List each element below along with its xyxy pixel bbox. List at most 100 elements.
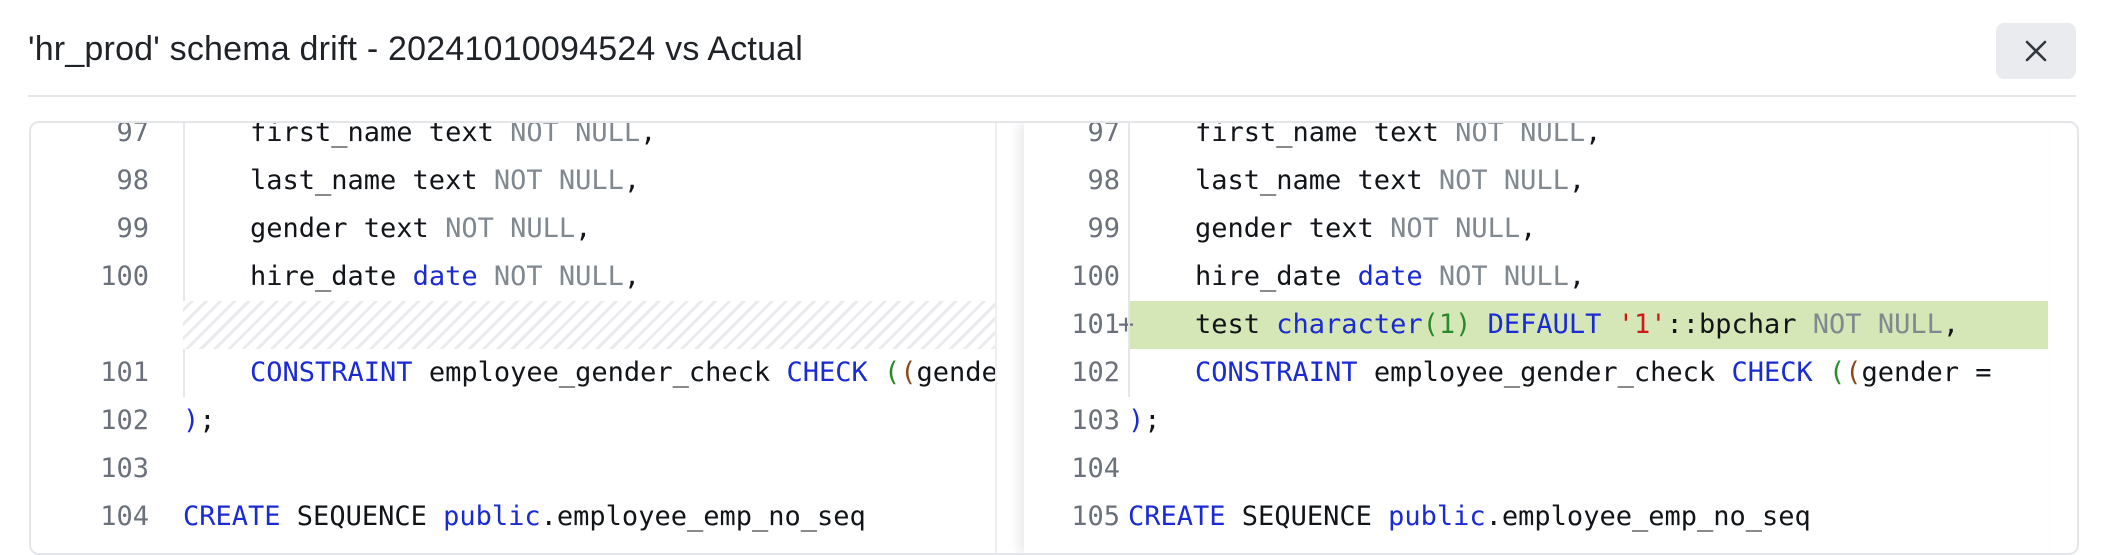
code-token: public xyxy=(443,501,541,532)
code-token: DEFAULT xyxy=(1487,309,1602,340)
code-token: .employee_emp_no_seq xyxy=(540,501,866,532)
line-number: 103 xyxy=(1071,405,1120,436)
line-number: 104 xyxy=(100,501,149,532)
line-number xyxy=(31,301,149,349)
indent-guide xyxy=(1128,157,1130,205)
diff-line: 98 last_name text NOT NULL, xyxy=(31,157,995,205)
code-line: gender text NOT NULL, xyxy=(1195,205,2048,253)
code-token: CHECK xyxy=(786,357,868,388)
code-token: gender xyxy=(916,357,997,388)
code-line: first_name text NOT NULL, xyxy=(250,123,995,157)
code-token: NOT NULL xyxy=(1812,309,1943,340)
code-line: CONSTRAINT employee_gender_check CHECK (… xyxy=(250,349,995,397)
code-line: CREATE SEQUENCE public.employee_emp_no_s… xyxy=(1128,493,2048,541)
code-token: SEQUENCE xyxy=(280,501,444,532)
code-token: , xyxy=(1568,165,1586,196)
code-line: hire_date date NOT NULL, xyxy=(1195,253,2048,301)
line-number: 99 xyxy=(116,213,149,244)
diff-line: 100 hire_date date NOT NULL, xyxy=(31,253,995,301)
indent-guide xyxy=(183,157,185,205)
code-token: ( xyxy=(1828,357,1846,388)
line-number: 97 xyxy=(1087,123,1120,148)
code-token: ( xyxy=(883,357,901,388)
schema-diff-viewer: 97 first_name text NOT NULL, 98 last_name t… xyxy=(29,121,2079,555)
code-token: date xyxy=(412,261,478,292)
code-token: test xyxy=(1195,309,1277,340)
line-number: 101 xyxy=(1071,309,1120,340)
code-token: last_name text xyxy=(1195,165,1439,196)
diff-pane-actual[interactable]: 97 first_name text NOT NULL, 98 last_name t… xyxy=(1024,123,2048,553)
code-token: NOT NULL xyxy=(445,213,576,244)
line-number: 98 xyxy=(1087,165,1120,196)
code-token: ::bpchar xyxy=(1666,309,1813,340)
code-token: CHECK xyxy=(1731,357,1813,388)
diff-line: 102 CONSTRAINT employee_gender_check CHEC… xyxy=(1024,349,2048,397)
diff-line: 104 CREATE SEQUENCE public.employee_emp_n… xyxy=(31,493,995,541)
diff-pane-expected[interactable]: 97 first_name text NOT NULL, 98 last_name t… xyxy=(31,123,997,553)
diff-line: 97 first_name text NOT NULL, xyxy=(1024,123,2048,157)
code-token: employee_gender_check xyxy=(1357,357,1732,388)
code-line: last_name text NOT NULL, xyxy=(1195,157,2048,205)
code-token: public xyxy=(1388,501,1486,532)
code-line: CREATE SEQUENCE public.employee_emp_no_s… xyxy=(183,493,995,541)
code-token: first_name text xyxy=(250,123,511,148)
code-token: CONSTRAINT xyxy=(1195,357,1358,388)
diff-added-line: 101 + test character(1) DEFAULT '1'::bpcha… xyxy=(1024,301,2048,349)
code-token: , xyxy=(1568,261,1586,292)
diff-line: 99 gender text NOT NULL, xyxy=(31,205,995,253)
code-token: , xyxy=(1585,123,1602,148)
dialog-header: 'hr_prod' schema drift - 20241010094524 … xyxy=(0,0,2104,97)
code-token: gender = xyxy=(1861,357,1992,388)
line-number: 99 xyxy=(1087,213,1120,244)
close-button[interactable] xyxy=(1996,23,2076,79)
line-number: 105 xyxy=(1071,501,1120,532)
code-token: , xyxy=(623,165,641,196)
code-token: hire_date xyxy=(1195,261,1358,292)
line-number: 100 xyxy=(100,261,149,292)
code-token: , xyxy=(575,213,592,244)
code-token: ) xyxy=(183,405,200,436)
close-icon xyxy=(2025,40,2047,62)
diff-line: 102); xyxy=(31,397,995,445)
code-token: gender text xyxy=(1195,213,1391,244)
code-line: last_name text NOT NULL, xyxy=(250,157,995,205)
diff-line: 99 gender text NOT NULL, xyxy=(1024,205,2048,253)
code-line: first_name text NOT NULL, xyxy=(1195,123,2048,157)
code-token: , xyxy=(640,123,657,148)
code-token: NOT NULL xyxy=(510,123,641,148)
indent-guide xyxy=(183,253,185,301)
line-number: 102 xyxy=(1071,357,1120,388)
code-token: .employee_emp_no_seq xyxy=(1485,501,1811,532)
diff-line: 103); xyxy=(1024,397,2048,445)
indent-guide xyxy=(183,123,185,157)
indent-guide xyxy=(183,205,185,253)
code-token: NOT NULL xyxy=(1455,123,1586,148)
line-number: 101 xyxy=(100,357,149,388)
indent-guide xyxy=(1128,349,1130,397)
line-number: 98 xyxy=(116,165,149,196)
indent-guide xyxy=(1128,123,1130,157)
code-token: ( xyxy=(1845,357,1862,388)
diff-line: 97 first_name text NOT NULL, xyxy=(31,123,995,157)
diff-line: 98 last_name text NOT NULL, xyxy=(1024,157,2048,205)
code-token: hire_date xyxy=(250,261,413,292)
code-token: gender text xyxy=(250,213,446,244)
code-token: CREATE xyxy=(183,501,281,532)
line-number: 97 xyxy=(116,123,149,148)
line-number: 103 xyxy=(100,453,149,484)
code-token: CREATE xyxy=(1128,501,1226,532)
indent-guide xyxy=(183,349,185,397)
code-line: ); xyxy=(1128,397,2048,445)
diff-line: 104 xyxy=(1024,445,2048,493)
diff-placeholder-line xyxy=(31,301,995,349)
line-number: 104 xyxy=(1071,453,1120,484)
diff-line: 100 hire_date date NOT NULL, xyxy=(1024,253,2048,301)
code-token: NOT NULL xyxy=(1390,213,1521,244)
line-number: 100 xyxy=(1071,261,1120,292)
